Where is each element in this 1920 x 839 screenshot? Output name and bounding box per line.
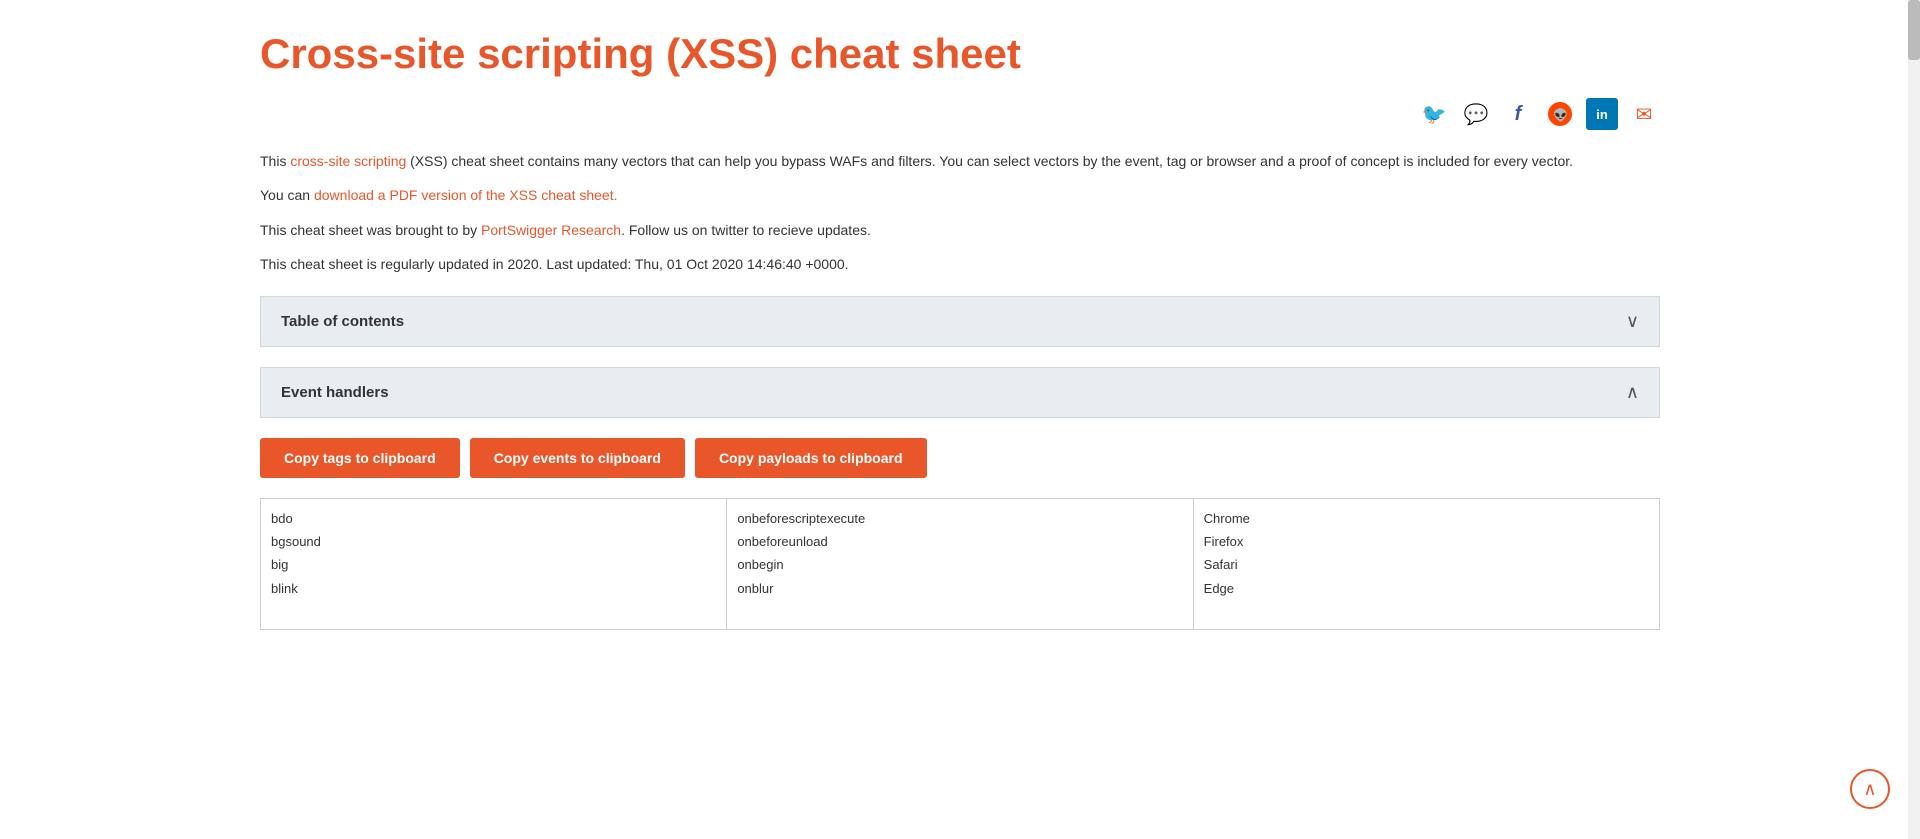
scroll-to-top-button[interactable]: ∧ [1850, 769, 1890, 809]
reddit-icon[interactable]: 👽 [1544, 98, 1576, 130]
intro-paragraph-1: This cross-site scripting (XSS) cheat sh… [260, 150, 1660, 172]
event-handlers-section: Event handlers ∧ Copy tags to clipboard … [260, 367, 1660, 640]
list-item: bdo [271, 507, 716, 530]
xss-link[interactable]: cross-site scripting [290, 153, 406, 169]
list-item: blink [271, 577, 716, 600]
social-bar: 🐦 💬 f 👽 in ✉ [260, 98, 1660, 130]
copy-events-button[interactable]: Copy events to clipboard [470, 438, 685, 478]
list-item: onbeforescriptexecute [737, 507, 1182, 530]
copy-tags-button[interactable]: Copy tags to clipboard [260, 438, 460, 478]
list-item: bgsound [271, 530, 716, 553]
toc-title: Table of contents [281, 313, 404, 330]
email-icon[interactable]: ✉ [1628, 98, 1660, 130]
tags-column: bdo bgsound big blink [261, 499, 726, 629]
event-handlers-header[interactable]: Event handlers ∧ [260, 367, 1660, 418]
intro-paragraph-3: This cheat sheet was brought to by PortS… [260, 219, 1660, 241]
list-item: onbegin [737, 553, 1182, 576]
browsers-column: Chrome Firefox Safari Edge [1193, 499, 1659, 629]
toc-header[interactable]: Table of contents ∨ [260, 296, 1660, 347]
list-item: Safari [1204, 553, 1649, 576]
page-scrollbar[interactable] [1908, 0, 1920, 839]
twitter-icon[interactable]: 🐦 [1418, 98, 1450, 130]
list-item: Firefox [1204, 530, 1649, 553]
list-item: onblur [737, 577, 1182, 600]
pdf-link[interactable]: download a PDF version of the XSS cheat … [314, 187, 618, 203]
list-item: Edge [1204, 577, 1649, 600]
list-item: onbeforeunload [737, 530, 1182, 553]
intro-paragraph-2: You can download a PDF version of the XS… [260, 184, 1660, 206]
events-list[interactable]: onbeforescriptexecute onbeforeunload onb… [727, 499, 1192, 629]
linkedin-icon[interactable]: in [1586, 98, 1618, 130]
scrollbar-thumb [1908, 0, 1920, 60]
whatsapp-icon[interactable]: 💬 [1460, 98, 1492, 130]
toc-section: Table of contents ∨ [260, 296, 1660, 347]
list-item: big [271, 553, 716, 576]
lists-container: bdo bgsound big blink onbeforescriptexec… [260, 498, 1660, 630]
svg-text:👽: 👽 [1553, 107, 1568, 122]
intro-paragraph-4: This cheat sheet is regularly updated in… [260, 253, 1660, 275]
tags-list[interactable]: bdo bgsound big blink [261, 499, 726, 629]
portswigger-link[interactable]: PortSwigger Research [481, 222, 621, 238]
page-title: Cross-site scripting (XSS) cheat sheet [260, 30, 1660, 78]
copy-buttons-container: Copy tags to clipboard Copy events to cl… [260, 438, 1660, 478]
list-item: Chrome [1204, 507, 1649, 530]
event-handlers-title: Event handlers [281, 384, 389, 401]
event-handlers-chevron: ∧ [1626, 382, 1639, 403]
browsers-list[interactable]: Chrome Firefox Safari Edge [1194, 499, 1659, 629]
copy-payloads-button[interactable]: Copy payloads to clipboard [695, 438, 927, 478]
facebook-icon[interactable]: f [1502, 98, 1534, 130]
toc-chevron: ∨ [1626, 311, 1639, 332]
event-handlers-content: Copy tags to clipboard Copy events to cl… [260, 418, 1660, 640]
events-column: onbeforescriptexecute onbeforeunload onb… [726, 499, 1192, 629]
